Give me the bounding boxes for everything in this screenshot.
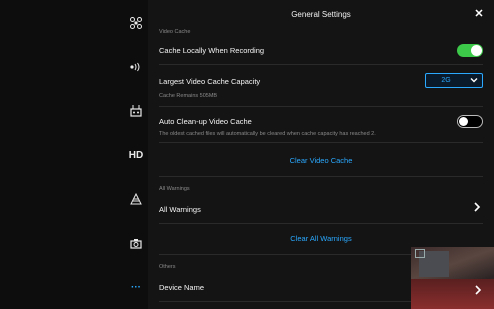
capacity-label: Largest Video Cache Capacity xyxy=(159,77,261,86)
auto-cleanup-note: The oldest cached files will automatical… xyxy=(159,131,376,137)
chevron-right-icon xyxy=(474,282,482,300)
close-icon[interactable]: ✕ xyxy=(473,8,485,20)
capacity-select-value: 2G xyxy=(441,77,451,84)
aircraft-icon-graphic xyxy=(130,17,142,29)
warnings-section-label: All Warnings xyxy=(159,186,190,192)
signal-icon-graphic xyxy=(130,62,140,72)
cache-remains-text: Cache Remains 505MB xyxy=(159,93,218,99)
cache-locally-toggle[interactable] xyxy=(457,44,483,57)
divider xyxy=(159,223,483,224)
more-icon[interactable]: ··· xyxy=(128,280,144,294)
battery-icon[interactable] xyxy=(128,192,144,206)
camera-preview-thumbnail[interactable] xyxy=(411,247,494,309)
camera-icon-graphic xyxy=(130,238,142,249)
battery-icon-graphic xyxy=(130,193,142,205)
toggle-knob xyxy=(459,117,468,126)
page-title: General Settings xyxy=(291,10,351,19)
chevron-right-graphic xyxy=(474,202,481,212)
signal-icon[interactable] xyxy=(128,60,144,74)
others-section-label: Others xyxy=(159,264,176,270)
more-label: ··· xyxy=(131,281,141,293)
all-warnings-row[interactable]: All Warnings xyxy=(159,205,201,214)
divider xyxy=(159,64,483,65)
device-name-row[interactable]: Device Name xyxy=(159,283,204,292)
hd-icon[interactable]: HD xyxy=(128,148,144,162)
auto-cleanup-label: Auto Clean-up Video Cache xyxy=(159,117,252,126)
clear-video-cache-button[interactable]: Clear Video Cache xyxy=(148,156,494,165)
expand-icon[interactable] xyxy=(415,249,425,258)
hd-label: HD xyxy=(128,149,144,161)
divider xyxy=(159,176,483,177)
cache-locally-label: Cache Locally When Recording xyxy=(159,46,265,55)
camera-icon[interactable] xyxy=(128,236,144,250)
remote-controller-icon-graphic xyxy=(130,105,142,117)
aircraft-icon[interactable] xyxy=(128,16,144,30)
toggle-knob xyxy=(471,45,482,56)
clear-all-warnings-button[interactable]: Clear All Warnings xyxy=(148,234,494,243)
chevron-right-icon[interactable] xyxy=(473,202,481,215)
sidebar: HD ··· xyxy=(0,0,148,309)
video-cache-section-label: Video Cache xyxy=(159,29,191,35)
divider xyxy=(159,142,483,143)
chevron-down-icon xyxy=(470,76,478,86)
chevron-right-graphic xyxy=(475,285,482,295)
chevron-down-graphic xyxy=(470,78,478,83)
auto-cleanup-toggle[interactable] xyxy=(457,115,483,128)
capacity-select[interactable]: 2G xyxy=(425,73,483,88)
remote-controller-icon[interactable] xyxy=(128,104,144,118)
divider xyxy=(159,106,483,107)
